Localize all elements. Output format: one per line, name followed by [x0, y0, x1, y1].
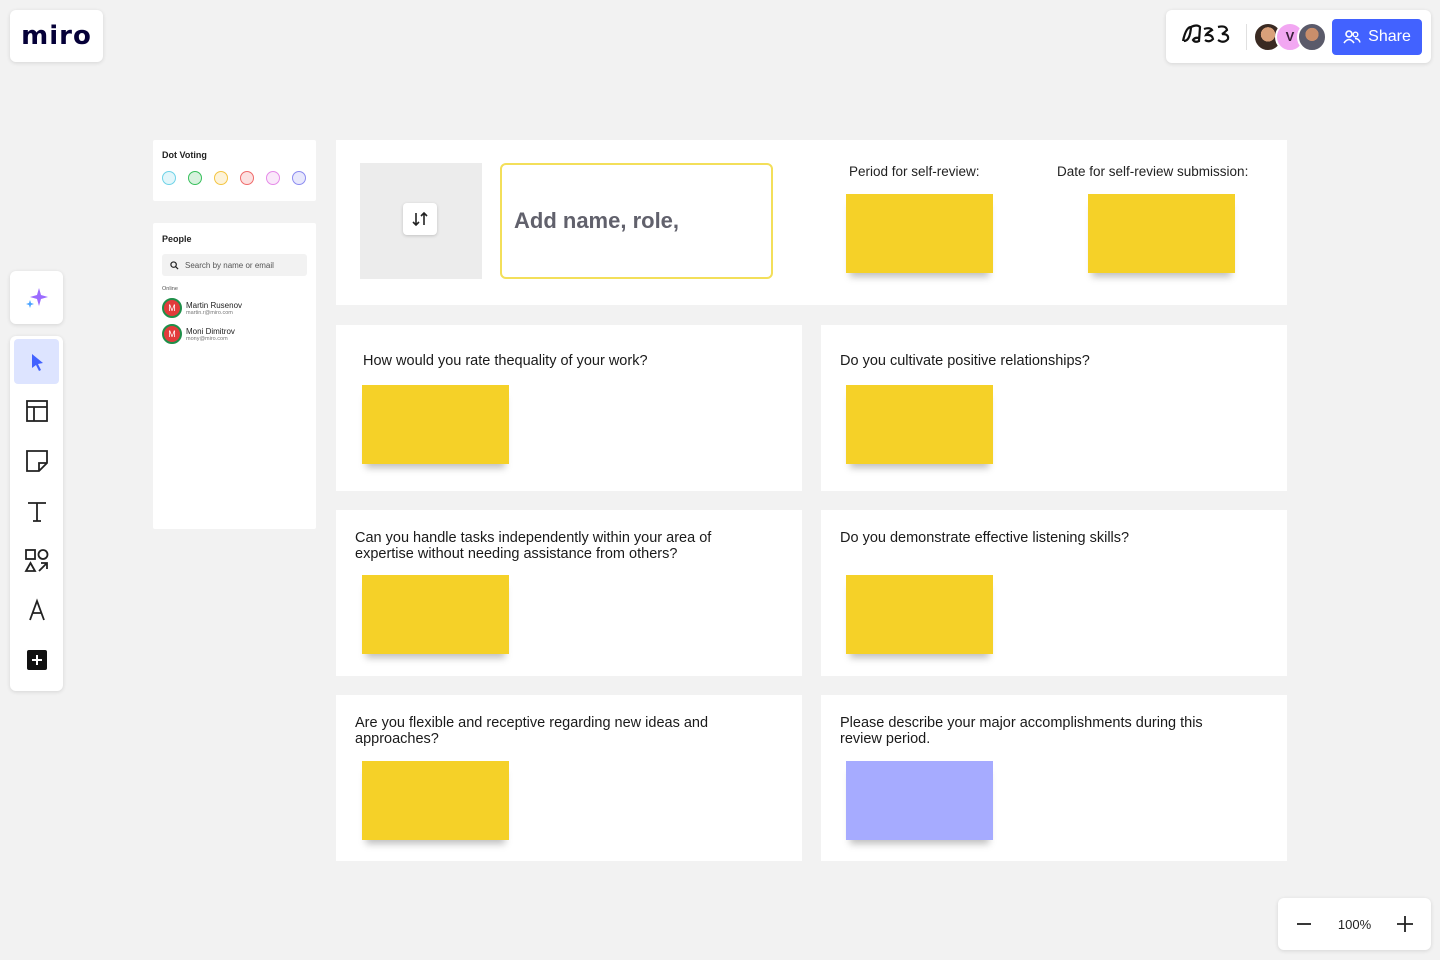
question-frame[interactable]: Can you handle tasks independently withi… — [336, 510, 802, 676]
divider — [1246, 23, 1247, 50]
question-text: Can you handle tasks independently withi… — [355, 530, 712, 562]
left-toolbar — [10, 336, 63, 691]
person-email: martin.r@miro.com — [186, 309, 233, 316]
online-section-label: Online — [162, 286, 178, 292]
dot-voting-panel: Dot Voting — [153, 140, 316, 201]
shapes-icon — [23, 548, 48, 572]
question-text: Please describe your major accomplishmen… — [840, 715, 1203, 747]
answer-sticky-note[interactable] — [362, 385, 509, 464]
question-text: Do you cultivate positive relationships? — [840, 353, 1090, 369]
avatar[interactable] — [1297, 21, 1327, 52]
collaborator-avatars[interactable]: V — [1253, 21, 1327, 52]
templates-tool[interactable] — [14, 389, 59, 434]
avatar: M — [162, 324, 182, 344]
board-logo[interactable] — [1180, 19, 1240, 55]
search-placeholder: Search by name or email — [185, 260, 274, 270]
people-search-input[interactable]: Search by name or email — [162, 254, 307, 276]
answer-sticky-note[interactable] — [846, 575, 993, 654]
swap-image-button[interactable] — [403, 203, 437, 235]
question-frame[interactable]: Please describe your major accomplishmen… — [821, 695, 1287, 861]
person-item[interactable]: M Moni Dimitrov mony@miro.com — [162, 324, 307, 344]
avatar: M — [162, 298, 182, 318]
person-item[interactable]: M Martin Rusenov martin.r@miro.com — [162, 298, 307, 318]
zoom-controls: 100% — [1278, 898, 1431, 950]
question-text: How would you rate thequality of your wo… — [363, 353, 648, 369]
sticky-note-icon — [25, 450, 48, 472]
person-email: mony@miro.com — [186, 335, 228, 342]
sticky-note-tool[interactable] — [14, 439, 59, 484]
date-label: Date for self-review submission: — [1057, 164, 1249, 179]
zoom-in-button[interactable] — [1393, 912, 1417, 936]
question-text: Do you demonstrate effective listening s… — [840, 530, 1130, 546]
period-label: Period for self-review: — [849, 164, 980, 179]
vote-dot[interactable] — [214, 171, 228, 185]
answer-sticky-note[interactable] — [846, 385, 993, 464]
question-frame[interactable]: Are you flexible and receptive regarding… — [336, 695, 802, 861]
question-frame[interactable]: How would you rate thequality of your wo… — [336, 325, 802, 491]
vote-dot[interactable] — [162, 171, 176, 185]
share-button[interactable]: Share — [1332, 18, 1422, 55]
board-logo-icon — [1181, 23, 1230, 43]
miro-logo[interactable]: miro — [10, 10, 103, 62]
pen-icon — [28, 598, 45, 621]
layout-icon — [25, 400, 48, 423]
plus-icon — [1397, 916, 1413, 932]
dot-voting-title: Dot Voting — [162, 150, 207, 160]
text-tool[interactable] — [14, 488, 59, 533]
pen-tool[interactable] — [14, 588, 59, 633]
question-frame[interactable]: Do you cultivate positive relationships? — [821, 325, 1287, 491]
minus-icon — [1297, 923, 1311, 925]
swap-icon — [412, 211, 428, 227]
miro-logo-text: miro — [21, 21, 92, 51]
plus-square-icon — [26, 650, 47, 671]
date-sticky-note[interactable] — [1088, 194, 1235, 273]
text-icon — [27, 501, 46, 522]
zoom-out-button[interactable] — [1292, 912, 1316, 936]
select-tool[interactable] — [14, 339, 59, 384]
vote-dot[interactable] — [188, 171, 202, 185]
header-frame[interactable]: Add name, role, Period for self-review: … — [336, 140, 1287, 305]
ai-assist-button[interactable] — [10, 271, 63, 324]
period-sticky-note[interactable] — [846, 194, 993, 273]
answer-sticky-note[interactable] — [846, 761, 993, 840]
people-panel: People Search by name or email Online M … — [153, 223, 316, 529]
share-label: Share — [1368, 27, 1411, 45]
zoom-level[interactable]: 100% — [1338, 917, 1371, 932]
vote-dot[interactable] — [292, 171, 306, 185]
vote-dot[interactable] — [240, 171, 254, 185]
person-name: Moni Dimitrov — [186, 326, 235, 336]
vote-dot[interactable] — [266, 171, 280, 185]
answer-sticky-note[interactable] — [362, 761, 509, 840]
cursor-icon — [31, 353, 43, 371]
name-role-field[interactable]: Add name, role, — [500, 163, 773, 279]
question-text: Are you flexible and receptive regarding… — [355, 715, 709, 747]
people-title: People — [162, 234, 192, 244]
answer-sticky-note[interactable] — [362, 575, 509, 654]
person-name: Martin Rusenov — [186, 300, 243, 310]
sparkle-icon — [25, 287, 48, 308]
users-icon — [1343, 29, 1361, 43]
question-frame[interactable]: Do you demonstrate effective listening s… — [821, 510, 1287, 676]
top-right-bar: V Share — [1166, 10, 1431, 63]
image-placeholder[interactable] — [360, 163, 482, 279]
vote-dots — [162, 171, 307, 185]
search-icon — [170, 260, 179, 270]
more-tools[interactable] — [14, 638, 59, 683]
shapes-tool[interactable] — [14, 538, 59, 583]
